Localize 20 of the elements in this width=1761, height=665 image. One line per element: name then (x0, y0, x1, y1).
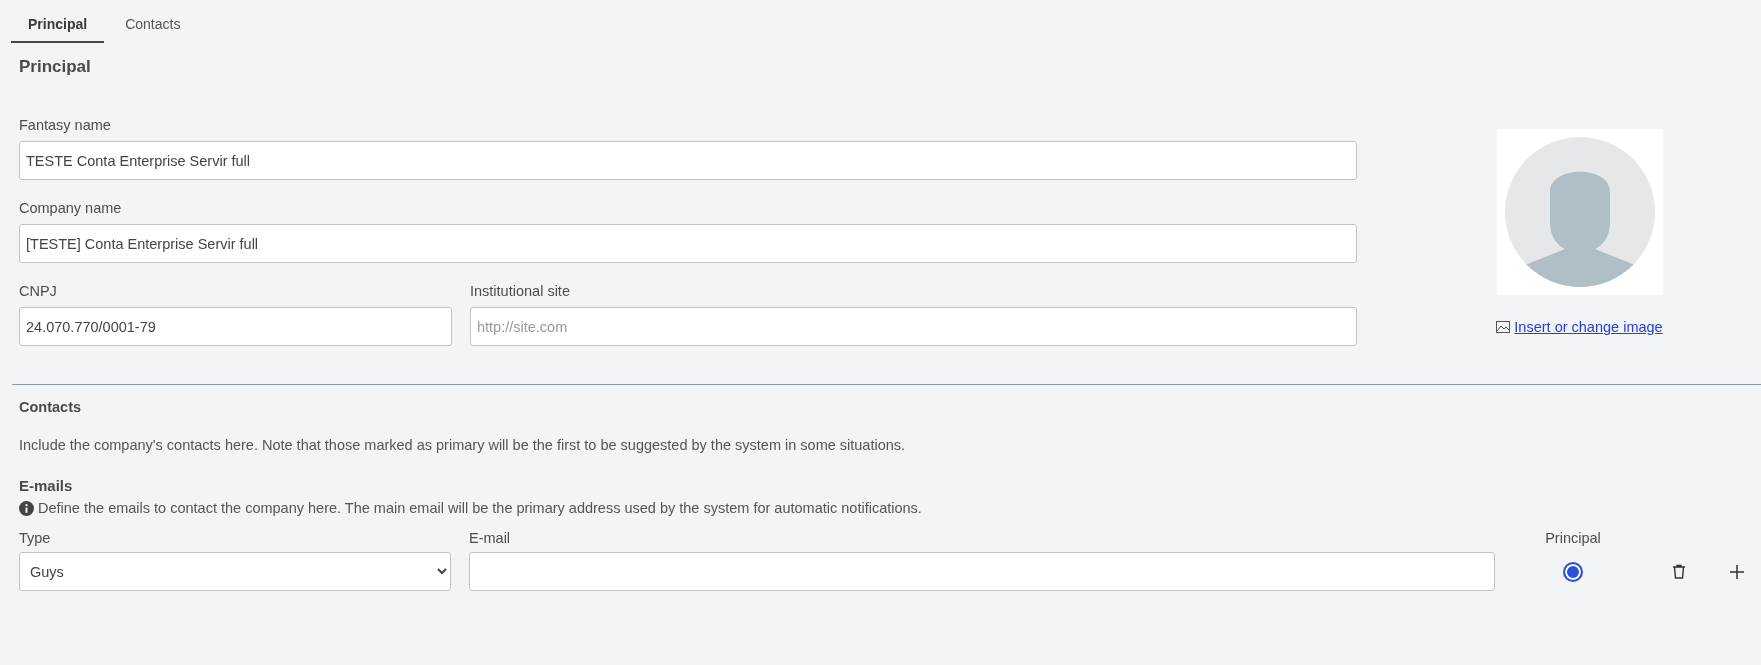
tab[interactable]: Contacts (108, 6, 198, 43)
input-field[interactable]: TESTE Conta Enterprise Servir full (19, 141, 1357, 180)
section-title: Contacts (19, 399, 83, 415)
input-field[interactable]: http://site.com (470, 307, 1357, 346)
column-label: E-mail (469, 530, 512, 546)
field-label: CNPJ (19, 283, 58, 299)
info-text: Define the emails to contact the company here. The main email will be the primary address used by the system for automatic notifications. (38, 500, 922, 516)
field-label: Fantasy name (19, 117, 112, 133)
insert-image-link[interactable]: Insert or change image (1496, 319, 1663, 335)
subsection-title: E-mails (19, 477, 74, 494)
tab[interactable]: Principal (11, 6, 105, 43)
field-label: Institutional site (470, 283, 571, 299)
input-field[interactable]: 24.070.770/0001-79 (19, 307, 452, 346)
description-text: Include the company's contacts here. Note that those marked as primary will be the first to be suggested by the system in some situations. (19, 437, 907, 453)
type-select[interactable]: Guys (19, 552, 451, 591)
field-label: Company name (19, 200, 123, 216)
column-label: Type (19, 530, 52, 546)
column-label: Principal (1545, 530, 1601, 546)
input-field[interactable]: [TESTE] Conta Enterprise Servir full (19, 224, 1357, 263)
section-title: Principal (19, 57, 92, 77)
